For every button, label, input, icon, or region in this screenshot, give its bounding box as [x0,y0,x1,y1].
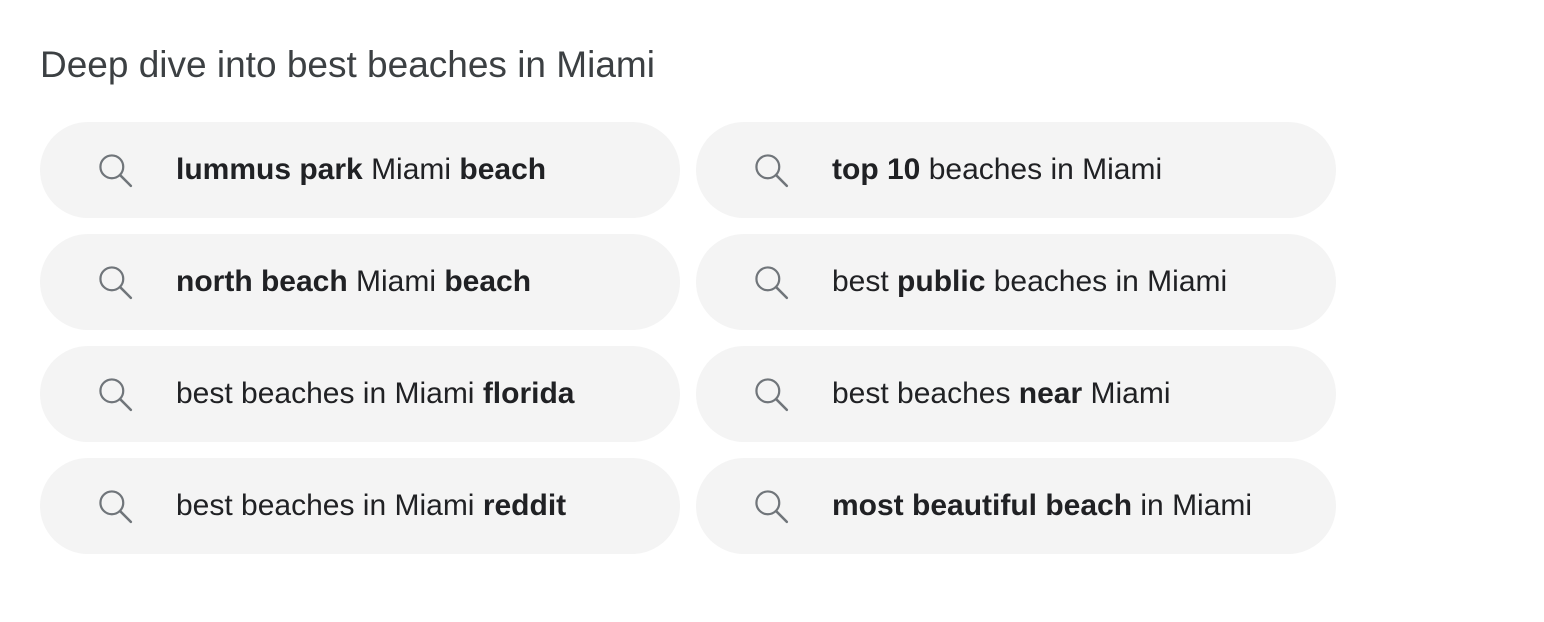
label-segment: beaches in Miami [920,153,1163,186]
label-segment: best [832,265,898,298]
label-segment: in Miami [1132,489,1253,522]
label-segment: best beaches in Miami [176,489,483,522]
label-bold-segment: florida [482,377,575,410]
related-searches-grid: lummus park Miami beach top 10 beaches in… [40,122,1336,554]
label-bold-segment: most beautiful beach [832,489,1133,522]
label-segment: Miami [362,153,460,186]
related-search-label: best beaches in Miami florida [176,374,574,414]
related-search-label: most beautiful beach in Miami [832,486,1252,526]
related-search-chip[interactable]: lummus park Miami beach [40,122,680,218]
label-bold-segment: reddit [482,489,567,522]
related-search-chip[interactable]: most beautiful beach in Miami [696,458,1336,554]
search-icon [755,378,789,412]
search-icon [99,266,133,300]
related-search-chip[interactable]: best beaches in Miami reddit [40,458,680,554]
related-search-label: north beach Miami beach [176,262,531,302]
section-heading: Deep dive into best beaches in Miami [40,44,655,85]
related-search-chip[interactable]: best beaches near Miami [696,346,1336,442]
label-bold-segment: public [897,265,986,298]
related-search-label: lummus park Miami beach [176,150,546,190]
related-search-label: best public beaches in Miami [832,262,1227,302]
label-segment: Miami [1082,377,1171,410]
related-search-chip[interactable]: top 10 beaches in Miami [696,122,1336,218]
related-search-label: top 10 beaches in Miami [832,150,1162,190]
label-segment: best beaches [832,377,1019,410]
label-bold-segment: north beach [176,265,348,298]
related-search-chip[interactable]: best beaches in Miami florida [40,346,680,442]
label-bold-segment: lummus park [176,153,363,186]
related-search-chip[interactable]: best public beaches in Miami [696,234,1336,330]
label-bold-segment: top 10 [832,153,921,186]
related-search-label: best beaches near Miami [832,374,1171,414]
label-segment: best beaches in Miami [176,377,483,410]
search-icon [755,266,789,300]
search-icon [755,490,789,524]
label-bold-segment: beach [459,153,547,186]
label-bold-segment: near [1018,377,1083,410]
search-icon [99,154,133,188]
related-search-label: best beaches in Miami reddit [176,486,566,526]
label-segment: beaches in Miami [985,265,1228,298]
label-segment: Miami [347,265,445,298]
search-icon [99,378,133,412]
related-search-chip[interactable]: north beach Miami beach [40,234,680,330]
search-icon [755,154,789,188]
search-icon [99,490,133,524]
label-bold-segment: beach [444,265,532,298]
